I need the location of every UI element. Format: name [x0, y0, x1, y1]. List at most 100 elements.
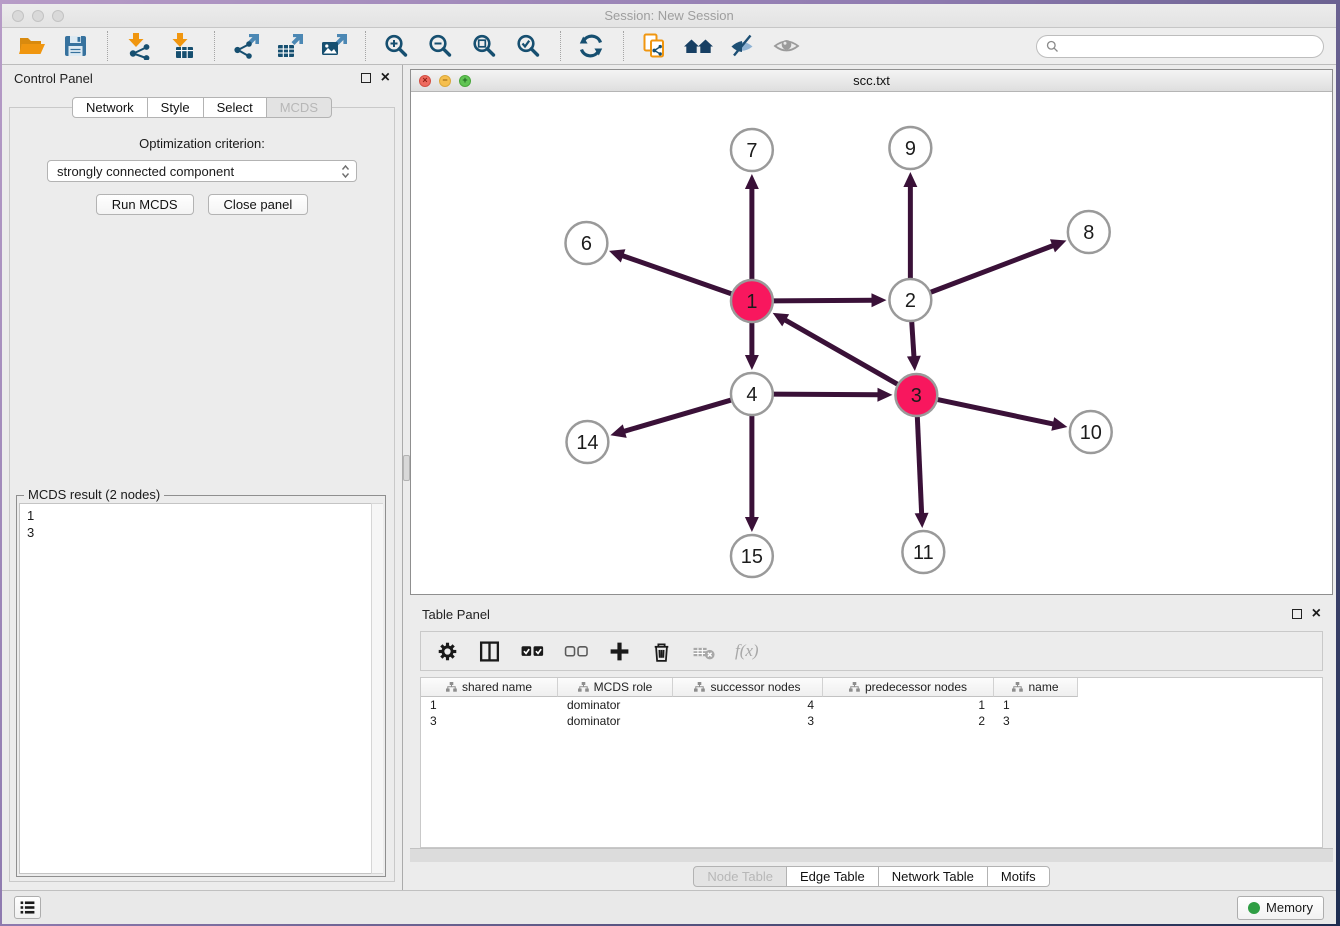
divider-handle[interactable] [403, 455, 410, 481]
zoom-out-button[interactable] [423, 31, 459, 62]
table-tab-node-table[interactable]: Node Table [693, 866, 787, 887]
preview-button[interactable] [769, 31, 805, 62]
column-header-MCDS-role[interactable]: MCDS role [558, 678, 673, 697]
table-cell[interactable]: 1 [994, 698, 1078, 712]
zoom-in-button[interactable] [379, 31, 415, 62]
delete-row-button[interactable] [650, 640, 673, 663]
search-icon [1046, 40, 1059, 53]
table-tab-edge-table[interactable]: Edge Table [786, 866, 879, 887]
toolbar-separator [365, 31, 366, 61]
save-session-button[interactable] [58, 31, 94, 62]
table-cell[interactable]: 2 [823, 714, 994, 728]
table-cell[interactable]: dominator [558, 698, 673, 712]
checked-boxes-icon [520, 640, 545, 663]
table-cell[interactable]: 3 [673, 714, 823, 728]
node-label-2: 2 [905, 290, 916, 312]
mcds-result-text[interactable]: 13 [19, 503, 383, 874]
column-type-icon [446, 682, 457, 692]
close-table-panel-icon[interactable]: × [1312, 609, 1321, 619]
task-history-button[interactable] [14, 896, 41, 919]
table-cell[interactable]: dominator [558, 714, 673, 728]
edge-3-10[interactable] [936, 399, 1055, 424]
memory-button[interactable]: Memory [1237, 896, 1324, 920]
node-label-11: 11 [913, 542, 934, 564]
export-table-button[interactable] [272, 31, 308, 62]
app-window: Session: New Session [2, 4, 1336, 924]
edge-2-8[interactable] [929, 245, 1054, 293]
function-builder-button[interactable]: f(x) [735, 641, 759, 661]
column-header-successor-nodes[interactable]: successor nodes [673, 678, 823, 697]
network-graph: 7968124314101511 [411, 92, 1332, 594]
home-button[interactable] [681, 31, 717, 62]
refresh-button[interactable] [574, 31, 610, 62]
table-tab-network-table[interactable]: Network Table [878, 866, 988, 887]
add-row-button[interactable] [608, 640, 631, 663]
table-cell[interactable]: 3 [421, 714, 558, 728]
panel-divider[interactable] [402, 65, 410, 890]
column-type-icon [694, 682, 705, 692]
control-panel-tabs: NetworkStyleSelectMCDS [72, 97, 332, 118]
control-panel-title: Control Panel [14, 71, 93, 86]
table-settings-button[interactable] [436, 640, 459, 663]
arrowhead [877, 388, 892, 402]
result-line: 1 [27, 507, 364, 524]
edge-1-2[interactable] [772, 300, 874, 301]
export-network-button[interactable] [228, 31, 264, 62]
table-cell[interactable]: 3 [994, 714, 1078, 728]
table-cell[interactable]: 1 [823, 698, 994, 712]
select-all-columns-button[interactable] [520, 640, 545, 663]
optimization-criterion-select[interactable]: strongly connected component [47, 160, 357, 182]
column-header-shared-name[interactable]: shared name [421, 678, 558, 697]
table-row[interactable]: 1dominator411 [421, 697, 1322, 713]
node-label-15: 15 [741, 546, 763, 568]
tab-mcds[interactable]: MCDS [266, 97, 332, 118]
arrowhead [745, 174, 759, 189]
run-mcds-button[interactable]: Run MCDS [96, 194, 194, 215]
table-cell[interactable]: 4 [673, 698, 823, 712]
import-table-button[interactable] [165, 31, 201, 62]
show-hide-panels-button[interactable] [725, 31, 761, 62]
edge-4-14[interactable] [623, 400, 733, 432]
duplicate-network-button[interactable] [637, 31, 673, 62]
open-session-button[interactable] [14, 31, 50, 62]
edge-3-11[interactable] [917, 415, 921, 515]
export-image-button[interactable] [316, 31, 352, 62]
zoom-selected-button[interactable] [511, 31, 547, 62]
edge-4-3[interactable] [772, 394, 880, 395]
close-panel-icon[interactable]: × [381, 73, 390, 83]
edge-2-3[interactable] [912, 320, 914, 358]
node-table: shared nameMCDS rolesuccessor nodesprede… [420, 677, 1323, 848]
table-row[interactable]: 3dominator323 [421, 713, 1322, 729]
float-table-panel-icon[interactable] [1292, 609, 1302, 619]
duplicate-network-icon [640, 32, 670, 60]
tab-select[interactable]: Select [203, 97, 267, 118]
column-header-name[interactable]: name [994, 678, 1078, 697]
mcds-panel: Optimization criterion: strongly connect… [9, 107, 395, 882]
tab-style[interactable]: Style [147, 97, 204, 118]
edge-1-6[interactable] [621, 255, 733, 294]
network-canvas[interactable]: 7968124314101511 [411, 92, 1332, 594]
window-title: Session: New Session [2, 8, 1336, 23]
edge-3-1[interactable] [784, 319, 899, 385]
close-panel-button[interactable]: Close panel [208, 194, 309, 215]
network-window-titlebar[interactable]: × − + scc.txt [411, 70, 1332, 92]
column-type-icon [849, 682, 860, 692]
table-cell[interactable]: 1 [421, 698, 558, 712]
table-tab-motifs[interactable]: Motifs [987, 866, 1050, 887]
mcds-result-title: MCDS result (2 nodes) [24, 487, 164, 502]
list-icon [18, 898, 37, 917]
zoom-fit-button[interactable] [467, 31, 503, 62]
column-header-predecessor-nodes[interactable]: predecessor nodes [823, 678, 994, 697]
tab-network[interactable]: Network [72, 97, 148, 118]
import-network-button[interactable] [121, 31, 157, 62]
search-input[interactable] [1064, 39, 1314, 53]
search-field [1036, 35, 1324, 58]
table-bottom-strip [410, 848, 1333, 862]
delete-table-button[interactable] [692, 640, 716, 663]
toolbar-separator [214, 31, 215, 61]
split-columns-button[interactable] [478, 640, 501, 663]
open-folder-icon [17, 32, 47, 60]
float-panel-icon[interactable] [361, 73, 371, 83]
result-scrollbar[interactable] [371, 503, 383, 874]
deselect-all-columns-button[interactable] [564, 640, 589, 663]
